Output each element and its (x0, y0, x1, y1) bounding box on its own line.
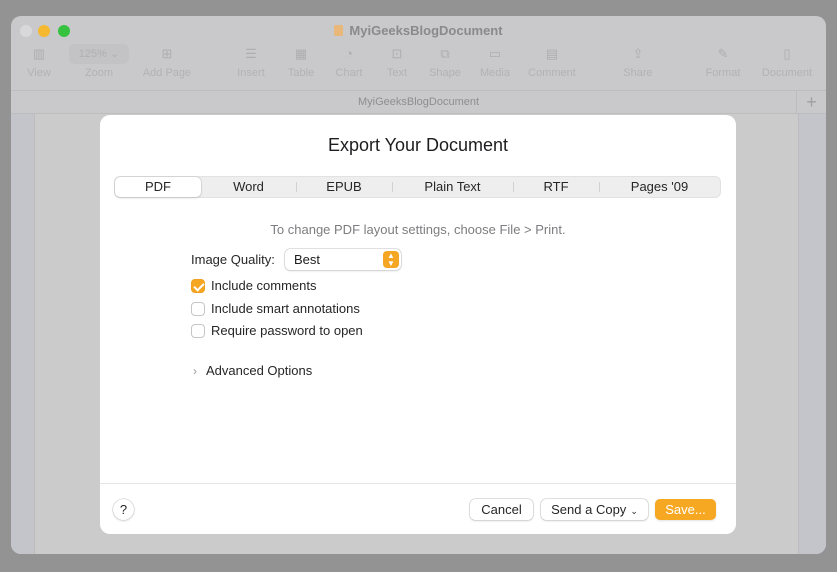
save-button[interactable]: Save... (655, 499, 716, 520)
zoom-popup[interactable]: 125% ⌄ (69, 44, 129, 64)
shape-icon: ⧉ (440, 46, 450, 61)
toolbar-label: Text (386, 67, 408, 79)
tab-pdf[interactable]: PDF (115, 177, 201, 197)
toolbar-chart-button[interactable]: ◔ Chart (331, 44, 367, 79)
up-down-chevron-icon: ▲ ▼ (383, 251, 399, 268)
send-a-copy-label: Send a Copy (551, 502, 627, 517)
add-page-icon: ⊞ (161, 46, 173, 61)
toolbar-label: Shape (429, 67, 461, 79)
toolbar-format-button[interactable]: ✎ Format (703, 44, 743, 79)
toolbar-table-button[interactable]: ▦ Table (285, 44, 317, 79)
sidebar-icon: ▥ (32, 46, 46, 61)
image-quality-label: Image Quality: (191, 252, 275, 267)
advanced-options-disclosure[interactable]: › Advanced Options (193, 363, 312, 378)
window-title: MyiGeeksBlogDocument (11, 23, 826, 38)
help-button[interactable]: ? (113, 499, 134, 520)
include-comments-label: Include comments (211, 278, 317, 293)
export-dialog: Export Your Document PDF Word EPUB Plain… (100, 115, 736, 534)
toolbar-text-button[interactable]: ⊡ Text (383, 44, 411, 79)
include-smart-annotations-option[interactable]: Include smart annotations (191, 301, 360, 316)
document-icon: ▯ (783, 46, 791, 61)
chevron-right-icon: › (193, 363, 197, 378)
tab-word[interactable]: Word (201, 177, 296, 197)
include-comments-option[interactable]: Include comments (191, 278, 317, 293)
tab-pages-09[interactable]: Pages '09 (599, 177, 720, 197)
toolbar-label: Document (761, 67, 813, 79)
plus-icon: + (806, 92, 817, 112)
include-comments-checkbox[interactable] (191, 278, 205, 293)
toolbar-share-button[interactable]: ⇪ Share (621, 44, 655, 79)
title-bar: MyiGeeksBlogDocument (11, 16, 826, 46)
tab-rtf[interactable]: RTF (513, 177, 599, 197)
toolbar-label: Table (287, 67, 315, 79)
require-password-label: Require password to open (211, 323, 363, 338)
right-sidebar (798, 114, 826, 554)
format-icon: ✎ (717, 46, 729, 61)
toolbar: ▥ View 125% ⌄ Zoom ⊞ Add Page ☰ Insert ▦ Tabl… (11, 44, 826, 90)
zoom-value: 125% (78, 48, 107, 60)
text-icon: ⊡ (391, 46, 403, 61)
toolbar-view-button[interactable]: ▥ View (25, 44, 53, 79)
toolbar-label: Media (480, 67, 510, 79)
document-icon (334, 25, 344, 36)
toolbar-media-button[interactable]: ▭ Media (477, 44, 513, 79)
tab-epub[interactable]: EPUB (296, 177, 392, 197)
image-quality-value: Best (294, 252, 321, 267)
chart-icon: ◔ (345, 46, 353, 61)
toolbar-label: Insert (237, 67, 265, 79)
chevron-down-icon: ⌄ (630, 506, 638, 516)
window-title-text: MyiGeeksBlogDocument (349, 23, 503, 38)
include-smart-annotations-label: Include smart annotations (211, 301, 360, 316)
table-icon: ▦ (294, 46, 308, 61)
media-icon: ▭ (488, 46, 502, 61)
toolbar-label: Add Page (142, 67, 192, 79)
toolbar-shape-button[interactable]: ⧉ Shape (427, 44, 463, 79)
left-sidebar (11, 114, 35, 554)
toolbar-label: Format (705, 67, 741, 79)
add-tab-button[interactable]: + (796, 91, 826, 115)
toolbar-label: Zoom (84, 67, 114, 79)
toolbar-comment-button[interactable]: ▤ Comment (524, 44, 580, 79)
tab-plain-text[interactable]: Plain Text (392, 177, 513, 197)
advanced-options-label: Advanced Options (206, 363, 313, 378)
toolbar-insert-button[interactable]: ☰ Insert (233, 44, 269, 79)
cancel-button[interactable]: Cancel (470, 499, 533, 520)
comment-icon: ▤ (545, 46, 559, 61)
pdf-layout-hint: To change PDF layout settings, choose Fi… (270, 222, 566, 237)
send-a-copy-button[interactable]: Send a Copy ⌄ (541, 499, 648, 520)
insert-icon: ☰ (245, 46, 257, 61)
toolbar-zoom-button[interactable]: 125% ⌄ Zoom (69, 44, 129, 79)
image-quality-select[interactable]: Best ▲ ▼ (285, 249, 401, 270)
footer-divider (100, 483, 736, 484)
share-icon: ⇪ (632, 46, 644, 61)
toolbar-label: Comment (528, 67, 576, 79)
tab-bar: MyiGeeksBlogDocument + (11, 90, 826, 115)
dialog-title: Export Your Document (327, 135, 509, 155)
toolbar-document-button[interactable]: ▯ Document (759, 44, 815, 79)
require-password-checkbox[interactable] (191, 323, 205, 338)
toolbar-add-page-button[interactable]: ⊞ Add Page (139, 44, 195, 79)
require-password-option[interactable]: Require password to open (191, 323, 363, 338)
tab-document[interactable]: MyiGeeksBlogDocument (11, 96, 826, 108)
include-smart-annotations-checkbox[interactable] (191, 301, 205, 316)
toolbar-label: Share (623, 67, 653, 79)
toolbar-label: Chart (335, 67, 363, 79)
toolbar-label: View (27, 67, 51, 79)
format-segmented-control: PDF Word EPUB Plain Text RTF Pages '09 (114, 176, 721, 198)
